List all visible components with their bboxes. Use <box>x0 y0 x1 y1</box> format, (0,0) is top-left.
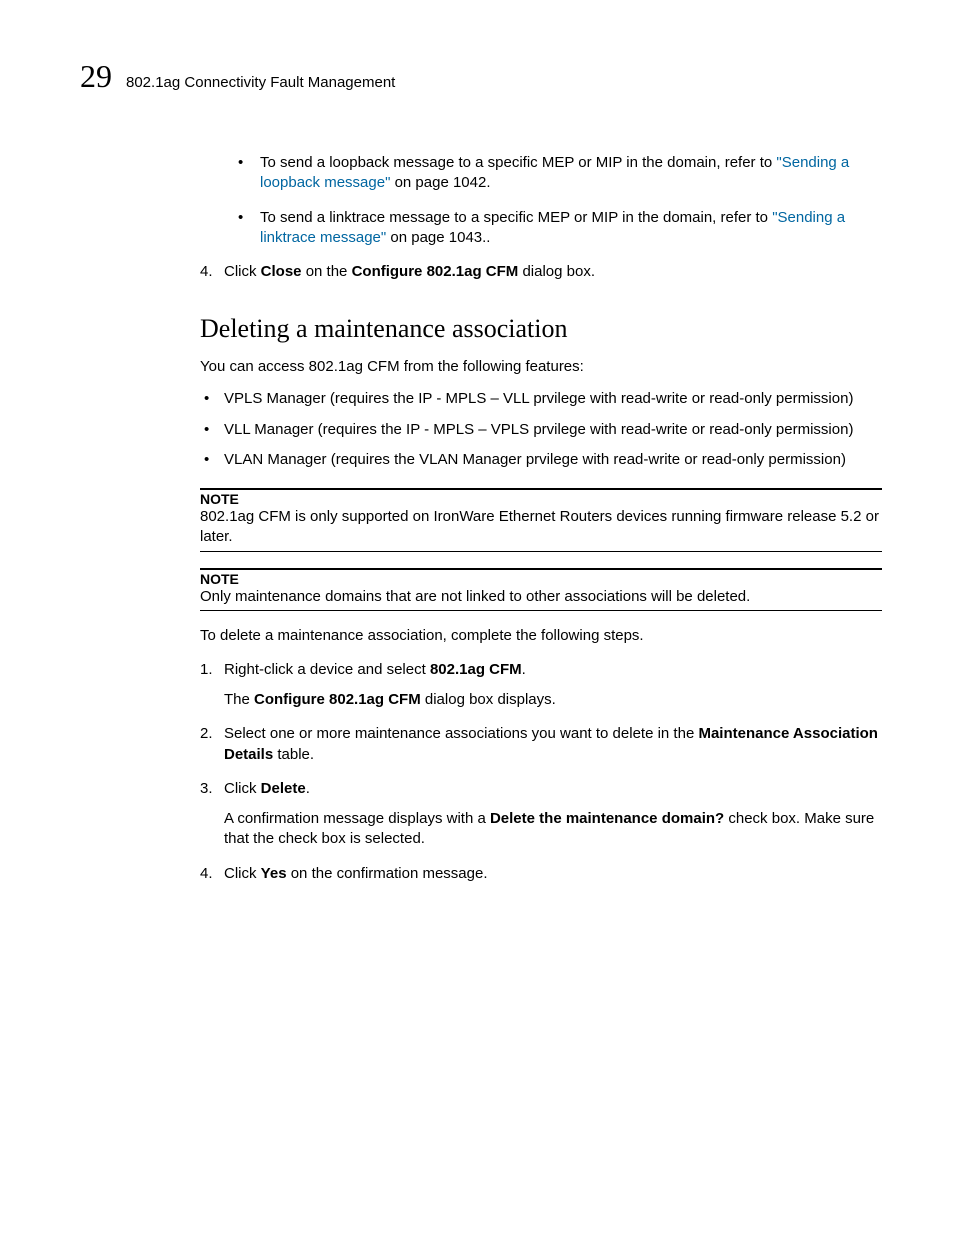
step-text: on the confirmation message. <box>287 865 488 882</box>
step-text: table. <box>273 746 314 763</box>
step-text: . <box>522 661 526 678</box>
step-text: . <box>306 780 310 797</box>
step-body: Select one or more maintenance associati… <box>224 724 882 765</box>
step-number: 3. <box>200 779 213 799</box>
list-item: To send a linktrace message to a specifi… <box>224 208 882 249</box>
step-text: Select one or more maintenance associati… <box>224 725 698 742</box>
note-rule-top <box>200 488 882 490</box>
ui-label-cfm: 802.1ag CFM <box>430 661 522 678</box>
list-item: To send a loopback message to a specific… <box>224 153 882 194</box>
chapter-title: 802.1ag Connectivity Fault Management <box>126 74 395 91</box>
note-rule-bottom <box>200 610 882 611</box>
content-area: To send a loopback message to a specific… <box>224 153 882 884</box>
prev-step-4: 4. Click Close on the Configure 802.1ag … <box>200 262 882 282</box>
step-1: 1. Right-click a device and select 802.1… <box>200 660 882 711</box>
step-text: dialog box. <box>518 263 595 280</box>
steps-intro: To delete a maintenance association, com… <box>200 627 882 644</box>
step-text: The <box>224 691 254 708</box>
step-text: on the <box>302 263 352 280</box>
note-text: Only maintenance domains that are not li… <box>200 587 882 607</box>
section-heading: Deleting a maintenance association <box>200 314 882 344</box>
step-number: 1. <box>200 660 213 680</box>
step-4: 4. Click Yes on the confirmation message… <box>200 864 882 884</box>
feature-list: VPLS Manager (requires the IP - MPLS – V… <box>200 389 882 470</box>
step-number: 4. <box>200 864 213 884</box>
note-rule-top <box>200 568 882 570</box>
list-item: VLL Manager (requires the IP - MPLS – VP… <box>200 420 882 440</box>
ui-label-checkbox: Delete the maintenance domain? <box>490 810 724 827</box>
step-text: Click <box>224 865 261 882</box>
ui-label-yes: Yes <box>261 865 287 882</box>
note-block: NOTE Only maintenance domains that are n… <box>200 568 882 611</box>
ui-label-close: Close <box>261 263 302 280</box>
step-number: 2. <box>200 724 213 744</box>
note-label: NOTE <box>200 571 882 587</box>
list-item: VLAN Manager (requires the VLAN Manager … <box>200 450 882 470</box>
step-body: Click Yes on the confirmation message. <box>224 864 882 884</box>
note-block: NOTE 802.1ag CFM is only supported on Ir… <box>200 488 882 552</box>
step-text: Right-click a device and select <box>224 661 430 678</box>
step-text: Click <box>224 780 261 797</box>
step-sub: A confirmation message displays with a D… <box>224 809 882 850</box>
chapter-number: 29 <box>80 58 112 95</box>
ui-label-dialog: Configure 802.1ag CFM <box>352 263 519 280</box>
step-sub: The Configure 802.1ag CFM dialog box dis… <box>224 690 882 710</box>
step-body: Right-click a device and select 802.1ag … <box>224 660 882 680</box>
note-text: 802.1ag CFM is only supported on IronWar… <box>200 507 882 548</box>
page-header: 29 802.1ag Connectivity Fault Management <box>80 58 882 95</box>
step-3: 3. Click Delete. A confirmation message … <box>200 779 882 850</box>
top-bullet-list: To send a loopback message to a specific… <box>224 153 882 248</box>
step-number: 4. <box>200 262 213 282</box>
step-text: Click <box>224 263 261 280</box>
bullet-text: on page 1043.. <box>386 229 490 246</box>
page: 29 802.1ag Connectivity Fault Management… <box>0 0 954 884</box>
step-text: dialog box displays. <box>421 691 556 708</box>
step-body: Click Close on the Configure 802.1ag CFM… <box>224 262 882 282</box>
note-label: NOTE <box>200 491 882 507</box>
bullet-text: To send a linktrace message to a specifi… <box>260 209 772 226</box>
note-rule-bottom <box>200 551 882 552</box>
step-body: Click Delete. <box>224 779 882 799</box>
step-2: 2. Select one or more maintenance associ… <box>200 724 882 765</box>
step-text: A confirmation message displays with a <box>224 810 490 827</box>
ui-label-delete: Delete <box>261 780 306 797</box>
list-item: VPLS Manager (requires the IP - MPLS – V… <box>200 389 882 409</box>
bullet-text: To send a loopback message to a specific… <box>260 154 776 171</box>
section-intro: You can access 802.1ag CFM from the foll… <box>200 358 882 375</box>
bullet-text: on page 1042. <box>390 174 490 191</box>
ui-label-dialog: Configure 802.1ag CFM <box>254 691 421 708</box>
